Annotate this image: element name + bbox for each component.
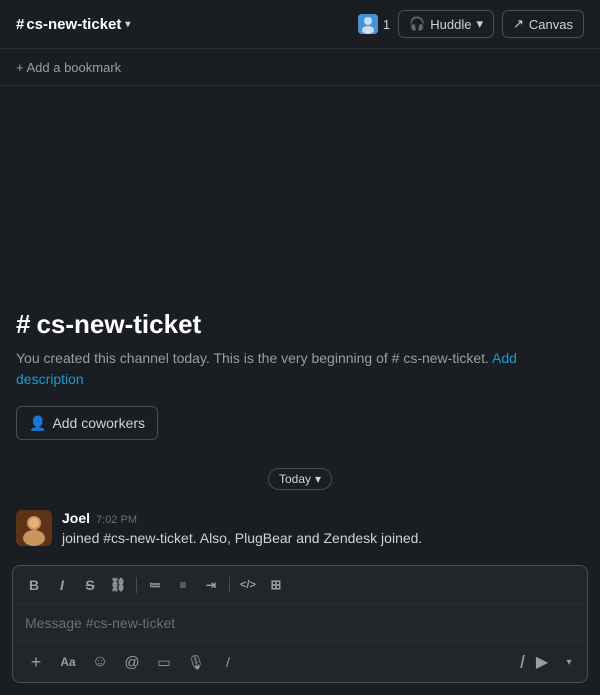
compose-placeholder: Message #cs-new-ticket bbox=[25, 615, 175, 631]
today-pill[interactable]: Today ▾ bbox=[268, 468, 332, 490]
channel-intro-description: You created this channel today. This is … bbox=[16, 348, 584, 390]
intro-channel-name: cs-new-ticket bbox=[36, 309, 201, 340]
members-button[interactable]: 1 bbox=[358, 14, 390, 34]
channel-chevron-icon: ▾ bbox=[125, 19, 130, 30]
header: # cs-new-ticket ▾ 1 🎧 Huddle ▾ ↗ Canvas bbox=[0, 0, 600, 49]
canvas-button[interactable]: ↗ Canvas bbox=[502, 10, 584, 38]
channel-intro: # cs-new-ticket You created this channel… bbox=[0, 285, 600, 456]
channel-hash-icon: # bbox=[16, 16, 24, 33]
add-coworkers-button[interactable]: 👤 Add coworkers bbox=[16, 406, 158, 440]
strikethrough-button[interactable]: S bbox=[77, 572, 103, 598]
huddle-button[interactable]: 🎧 Huddle ▾ bbox=[398, 10, 494, 38]
compose-footer-right: 𝐼 ▶ ▾ bbox=[520, 647, 579, 677]
message-text: joined #cs-new-ticket. Also, PlugBear an… bbox=[62, 529, 422, 549]
message-username: Joel bbox=[62, 510, 90, 526]
today-chevron-icon: ▾ bbox=[315, 472, 321, 486]
message-content: Joel 7:02 PM joined #cs-new-ticket. Also… bbox=[62, 510, 422, 549]
strikethrough-icon: S bbox=[85, 577, 94, 593]
header-left: # cs-new-ticket ▾ bbox=[16, 16, 130, 33]
link-button[interactable]: ⛓ bbox=[105, 572, 131, 598]
toolbar-separator bbox=[136, 577, 137, 593]
day-divider: Today ▾ bbox=[0, 456, 600, 502]
canvas-label: Canvas bbox=[529, 17, 573, 32]
slash-command-button[interactable]: / bbox=[213, 647, 243, 677]
huddle-chevron-icon: ▾ bbox=[476, 16, 483, 32]
emoji-icon: ☺ bbox=[92, 653, 108, 671]
send-dropdown-icon: ▾ bbox=[566, 657, 571, 668]
intro-hash-icon: # bbox=[16, 309, 30, 340]
emoji-button[interactable]: ☺ bbox=[85, 647, 115, 677]
bold-icon: B bbox=[29, 577, 39, 593]
message-header: Joel 7:02 PM bbox=[62, 510, 422, 526]
huddle-label: Huddle bbox=[430, 17, 471, 32]
add-bookmark-button[interactable]: + Add a bookmark bbox=[16, 60, 121, 75]
message-time: 7:02 PM bbox=[96, 514, 137, 526]
ordered-list-icon: ≔ bbox=[149, 578, 161, 592]
message-input[interactable]: Message #cs-new-ticket bbox=[13, 605, 587, 641]
channel-intro-title: # cs-new-ticket bbox=[16, 309, 584, 340]
avatar bbox=[16, 510, 52, 546]
cursor-icon: 𝐼 bbox=[520, 652, 525, 673]
slash-icon: / bbox=[226, 654, 230, 670]
channel-intro-desc-text: You created this channel today. This is … bbox=[16, 350, 489, 366]
channel-name: cs-new-ticket bbox=[26, 16, 121, 33]
ordered-list-button[interactable]: ≔ bbox=[142, 572, 168, 598]
mic-button[interactable]: 🎙 bbox=[181, 647, 211, 677]
huddle-icon: 🎧 bbox=[409, 16, 425, 32]
more-formatting-button[interactable]: ⊞ bbox=[263, 572, 289, 598]
font-icon: Aa bbox=[60, 655, 75, 669]
compose-footer: + Aa ☺ @ ▭ 🎙 / bbox=[13, 641, 587, 682]
channel-title[interactable]: # cs-new-ticket ▾ bbox=[16, 16, 130, 33]
video-icon: ▭ bbox=[157, 654, 170, 671]
compose-wrapper: B I S ⛓ ≔ ≡ ⇥ </> bbox=[0, 557, 600, 695]
send-dropdown-button[interactable]: ▾ bbox=[559, 647, 579, 677]
font-button[interactable]: Aa bbox=[53, 647, 83, 677]
link-icon: ⛓ bbox=[110, 577, 127, 593]
header-right: 1 🎧 Huddle ▾ ↗ Canvas bbox=[358, 10, 584, 38]
add-coworkers-icon: 👤 bbox=[29, 415, 46, 432]
mention-icon: @ bbox=[124, 654, 139, 671]
bookmark-bar: + Add a bookmark bbox=[0, 49, 600, 86]
members-count: 1 bbox=[383, 17, 390, 32]
video-button[interactable]: ▭ bbox=[149, 647, 179, 677]
attach-button[interactable]: + bbox=[21, 647, 51, 677]
add-bookmark-label: + Add a bookmark bbox=[16, 60, 121, 75]
main-content: # cs-new-ticket You created this channel… bbox=[0, 86, 600, 557]
unordered-list-button[interactable]: ≡ bbox=[170, 572, 196, 598]
unordered-list-icon: ≡ bbox=[179, 578, 186, 592]
code-icon: </> bbox=[240, 579, 256, 591]
avatar bbox=[358, 14, 378, 34]
compose-footer-left: + Aa ☺ @ ▭ 🎙 / bbox=[21, 647, 243, 677]
mention-button[interactable]: @ bbox=[117, 647, 147, 677]
compose-toolbar: B I S ⛓ ≔ ≡ ⇥ </> bbox=[13, 566, 587, 605]
mic-icon: 🎙 bbox=[187, 654, 205, 671]
canvas-icon: ↗ bbox=[513, 16, 524, 32]
indent-button[interactable]: ⇥ bbox=[198, 572, 224, 598]
italic-icon: I bbox=[60, 577, 64, 593]
bold-button[interactable]: B bbox=[21, 572, 47, 598]
plus-icon: + bbox=[31, 652, 42, 673]
message-row: Joel 7:02 PM joined #cs-new-ticket. Also… bbox=[0, 502, 600, 557]
add-coworkers-label: Add coworkers bbox=[52, 415, 145, 431]
toolbar-separator-2 bbox=[229, 577, 230, 593]
more-formatting-icon: ⊞ bbox=[271, 577, 282, 593]
avatar-image bbox=[16, 510, 52, 546]
italic-button[interactable]: I bbox=[49, 572, 75, 598]
send-icon: ▶ bbox=[536, 652, 548, 672]
indent-icon: ⇥ bbox=[206, 578, 216, 592]
code-button[interactable]: </> bbox=[235, 572, 261, 598]
compose-box: B I S ⛓ ≔ ≡ ⇥ </> bbox=[12, 565, 588, 683]
send-button[interactable]: ▶ bbox=[527, 647, 557, 677]
today-label: Today bbox=[279, 472, 311, 486]
